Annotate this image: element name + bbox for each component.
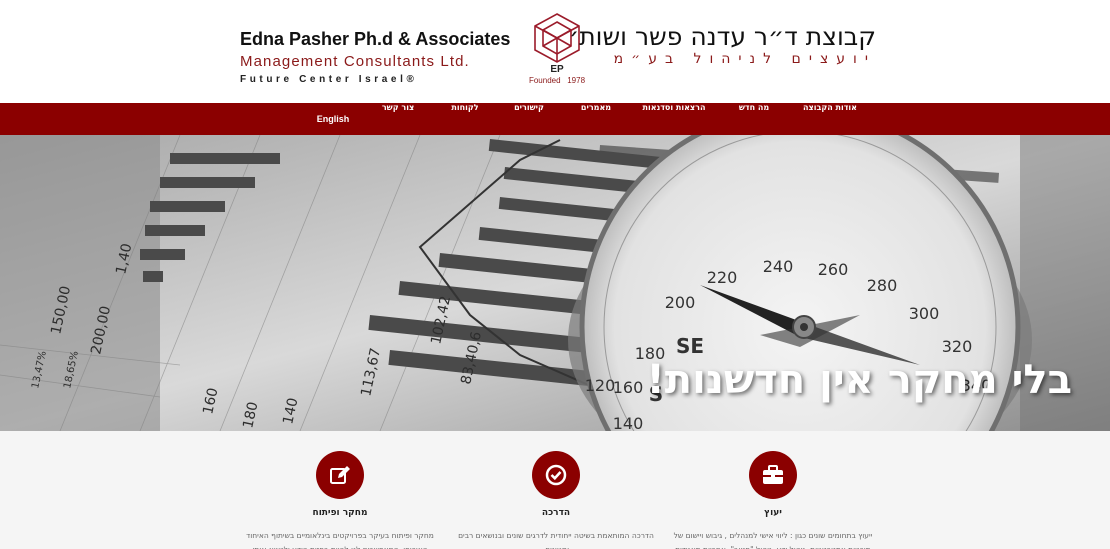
founded-year: 1978 <box>567 76 586 85</box>
company-subtitle-en: Management Consultants Ltd. <box>240 53 470 70</box>
service-description: הדרכה המותאמת בשיטה ייחודית לדרגים שונים… <box>458 531 654 549</box>
briefcase-icon <box>749 451 797 499</box>
services-section: יעוץ ייעוץ בתחומים שונים כגון : ליווי אי… <box>0 431 1110 549</box>
founded-label: Founded 1978 <box>528 76 586 85</box>
nav-item-about[interactable]: אודות הקבוצה <box>803 103 857 135</box>
logo-hebrew[interactable]: קבוצת ד״ר עדנה פשר ושות׳ יועצים לניהול ב… <box>569 22 876 67</box>
service-description: מחקר ופיתוח בעיקר בפרויקטים בינלאומיים ב… <box>246 531 434 549</box>
page: Edna Pasher Ph.d & Associates Management… <box>0 0 1110 549</box>
nav-item-clients[interactable]: לקוחות <box>451 103 478 135</box>
hero-title: בלי מחקר אין חדשנות! <box>646 357 1073 403</box>
service-research[interactable]: מחקר ופיתוח מחקר ופיתוח בעיקר בפרויקטים … <box>240 451 440 549</box>
company-name-en: Edna Pasher Ph.d & Associates <box>240 29 511 49</box>
main-nav: אודות הקבוצה מה חדש הרצאות וסדנאות מאמרי… <box>0 103 1110 135</box>
founded-word: Founded <box>528 76 561 85</box>
compass-label: 320 <box>942 337 973 356</box>
nav-item-whats-new[interactable]: מה חדש <box>739 103 769 135</box>
service-training[interactable]: הדרכה הדרכה המותאמת בשיטה ייחודית לדרגים… <box>456 451 656 549</box>
compass-label: 220 <box>707 268 738 287</box>
company-subtitle-he: יועצים לניהול בע״מ <box>613 51 876 67</box>
compass-label: 260 <box>818 260 849 279</box>
service-title: יעוץ <box>764 508 782 518</box>
compass-label: 300 <box>909 304 940 323</box>
nav-item-links[interactable]: קישורים <box>514 103 544 135</box>
nav-item-english[interactable]: English <box>317 103 350 135</box>
compass-label: 120 <box>585 376 616 395</box>
hero-banner: 113,67 83,40,6 102,42 150,00 200,00 140 … <box>0 135 1110 431</box>
nav-item-articles[interactable]: מאמרים <box>581 103 611 135</box>
compass-label: 280 <box>867 276 898 295</box>
compass-label: SE <box>676 334 704 358</box>
service-title: הדרכה <box>541 508 571 518</box>
service-consulting[interactable]: יעוץ ייעוץ בתחומים שונים כגון : ליווי אי… <box>673 451 873 549</box>
compass-label: 200 <box>665 293 696 312</box>
site-header: Edna Pasher Ph.d & Associates Management… <box>0 0 1110 103</box>
service-description: ייעוץ בתחומים שונים כגון : ליווי אישי למ… <box>673 531 873 549</box>
edit-icon <box>316 451 364 499</box>
compass-label: 160 <box>613 378 644 397</box>
compass-label: 140 <box>613 414 644 431</box>
service-title: מחקר ופיתוח <box>312 508 368 518</box>
check-circle-icon <box>532 451 580 499</box>
nav-item-contact[interactable]: צור קשר <box>382 103 414 135</box>
compass-label: 240 <box>763 257 794 276</box>
company-name-he: קבוצת ד״ר עדנה פשר ושות׳ <box>568 22 876 51</box>
company-tagline-en: Future Center Israel® <box>240 74 418 85</box>
logo-english[interactable]: Edna Pasher Ph.d & Associates Management… <box>240 29 510 85</box>
nav-item-lectures-workshops[interactable]: הרצאות וסדנאות <box>643 103 706 135</box>
